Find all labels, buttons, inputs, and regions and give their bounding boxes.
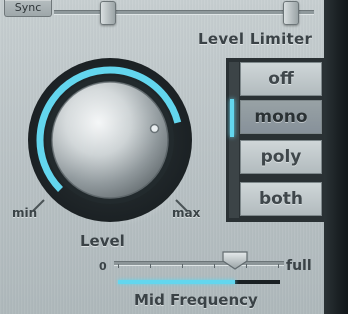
- limiter-option-both[interactable]: both: [240, 182, 322, 216]
- scale-tick: [278, 264, 279, 268]
- top-slider-thumb-left[interactable]: [100, 1, 116, 25]
- scale-tick: [214, 264, 215, 268]
- level-knob-area: [10, 50, 210, 250]
- limiter-option-poly[interactable]: poly: [240, 140, 322, 174]
- scale-tick: [182, 264, 183, 268]
- knob-max-label: max: [172, 206, 201, 220]
- scale-tick: [150, 264, 151, 268]
- level-knob[interactable]: [10, 50, 210, 250]
- mid-frequency-thumb[interactable]: [221, 250, 249, 270]
- level-limiter-title: Level Limiter: [198, 30, 313, 48]
- limiter-option-off[interactable]: off: [240, 62, 322, 96]
- knob-pointer-dot: [149, 123, 160, 134]
- top-slider-track[interactable]: [54, 10, 314, 15]
- mid-frequency-track[interactable]: [114, 261, 284, 266]
- level-limiter-indicator-light: [230, 99, 234, 137]
- limiter-option-mono[interactable]: mono: [240, 100, 322, 134]
- knob-min-label: min: [12, 206, 38, 220]
- level-limiter-indicator-track: [229, 62, 239, 218]
- mid-frequency-max-label: full: [286, 258, 312, 274]
- mid-frequency-meter-fill: [118, 280, 235, 284]
- sync-button[interactable]: Sync: [4, 0, 52, 17]
- mid-frequency-min-label: 0: [99, 260, 107, 273]
- knob-sheen: [52, 82, 168, 198]
- level-title: Level: [80, 232, 125, 250]
- top-slider-thumb-right[interactable]: [283, 1, 299, 25]
- window-edge: [324, 0, 348, 314]
- mid-frequency-title: Mid Frequency: [134, 291, 258, 309]
- scale-tick: [118, 264, 119, 268]
